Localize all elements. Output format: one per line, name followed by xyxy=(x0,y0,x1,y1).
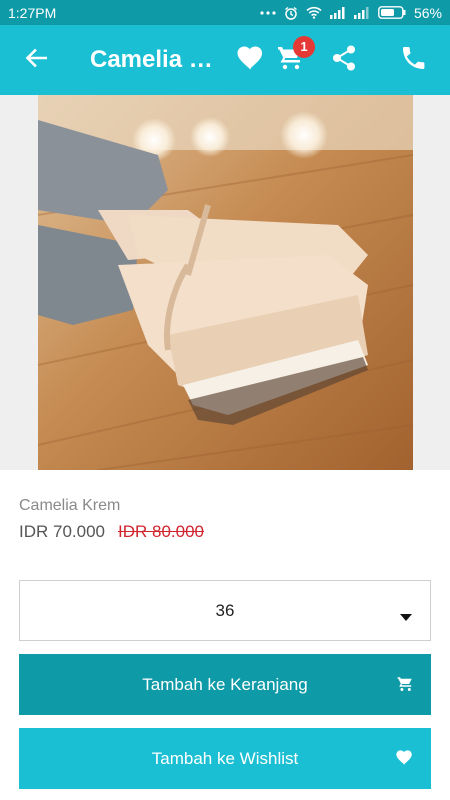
add-to-wishlist-button[interactable]: Tambah ke Wishlist xyxy=(19,728,431,789)
size-select[interactable]: 36 xyxy=(19,580,431,641)
wifi-icon xyxy=(306,6,322,19)
dropdown-arrow-icon xyxy=(400,608,412,626)
add-to-cart-label: Tambah ke Keranjang xyxy=(142,675,308,694)
call-button[interactable] xyxy=(396,42,432,78)
favorite-button[interactable] xyxy=(232,42,268,78)
signal-icon xyxy=(329,6,346,19)
status-time: 1:27PM xyxy=(8,4,57,21)
alarm-icon xyxy=(284,6,298,20)
product-name: Camelia Krem xyxy=(19,497,121,514)
cart-count-badge: 1 xyxy=(293,35,315,58)
cart-icon: 1 xyxy=(277,35,315,76)
app-bar: Camelia Krem 1 xyxy=(0,25,450,95)
cart-button[interactable]: 1 xyxy=(272,35,315,78)
product-price: IDR 70.000 xyxy=(19,522,105,541)
battery-level: 56% xyxy=(413,4,442,21)
heart-icon xyxy=(396,750,413,770)
phone-icon xyxy=(402,46,426,75)
product-old-price: IDR 80.000 xyxy=(118,522,204,541)
product-gallery[interactable] xyxy=(0,95,450,470)
add-to-cart-button[interactable]: Tambah ke Keranjang xyxy=(19,654,431,715)
size-select-value: 36 xyxy=(215,601,235,620)
back-button[interactable] xyxy=(18,42,54,78)
signal-icon xyxy=(353,6,370,19)
more-icon xyxy=(260,10,276,16)
status-bar: 1:27PM 56% xyxy=(0,0,450,25)
share-button[interactable] xyxy=(326,42,362,78)
add-to-wishlist-label: Tambah ke Wishlist xyxy=(151,749,299,768)
heart-icon xyxy=(237,46,264,75)
share-icon xyxy=(332,45,356,76)
battery-icon xyxy=(378,6,406,19)
page-title: Camelia Krem xyxy=(90,46,222,73)
back-arrow-icon xyxy=(25,47,48,74)
cart-icon xyxy=(397,676,413,697)
status-icons: 56% xyxy=(260,5,442,21)
product-image[interactable] xyxy=(38,95,413,470)
